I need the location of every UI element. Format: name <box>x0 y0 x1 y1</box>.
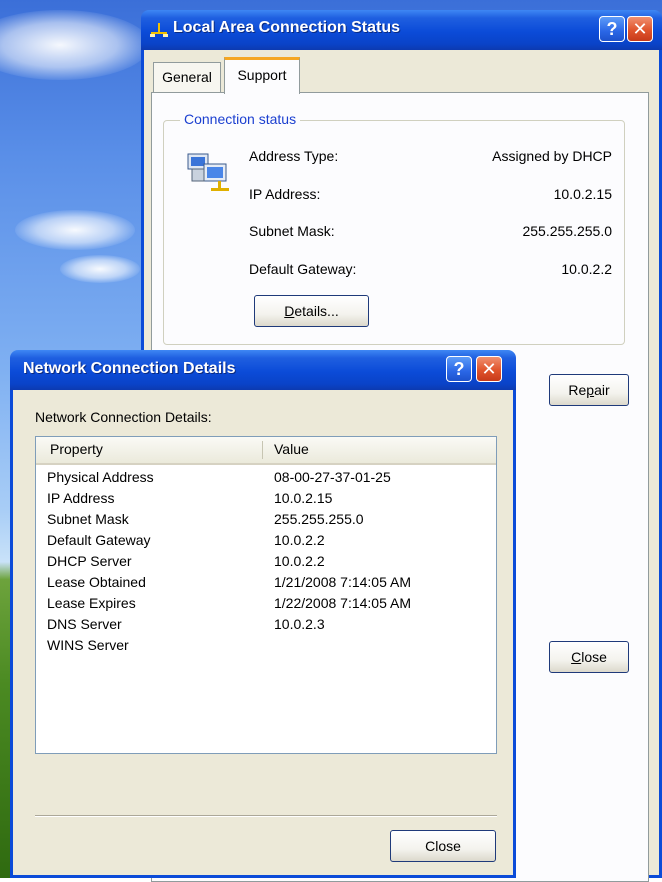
tab-general[interactable]: General <box>153 62 221 92</box>
column-header-value[interactable]: Value <box>274 441 309 457</box>
value-cell: 1/21/2008 7:14:05 AM <box>274 574 411 590</box>
title-bar[interactable]: Network Connection Details ? ✕ <box>10 350 516 390</box>
button-label: lose <box>581 649 607 665</box>
table-row[interactable]: DNS Server 10.0.2.3 <box>36 615 496 636</box>
table-row[interactable]: Lease Obtained 1/21/2008 7:14:05 AM <box>36 573 496 594</box>
table-row[interactable]: WINS Server <box>36 636 496 657</box>
value-cell: 255.255.255.0 <box>274 511 364 527</box>
mnemonic: D <box>284 303 295 319</box>
network-connection-icon <box>150 23 168 37</box>
property-cell: Lease Expires <box>47 595 136 611</box>
value-cell: 10.0.2.15 <box>274 490 333 506</box>
property-cell: Physical Address <box>47 469 154 485</box>
column-header-property[interactable]: Property <box>50 441 103 457</box>
button-label: etails... <box>294 303 339 319</box>
details-list[interactable]: Property Value Physical Address 08-00-27… <box>35 436 497 754</box>
property-cell: Subnet Mask <box>47 511 129 527</box>
property-cell: IP Address <box>47 490 115 506</box>
property-cell: DNS Server <box>47 616 122 632</box>
table-row[interactable]: Subnet Mask 255.255.255.0 <box>36 510 496 531</box>
close-window-button[interactable]: ✕ <box>476 356 502 382</box>
value-cell: 1/22/2008 7:14:05 AM <box>274 595 411 611</box>
divider <box>35 815 497 817</box>
help-button[interactable]: ? <box>446 356 472 382</box>
subnet-mask-label: Subnet Mask: <box>249 223 335 239</box>
help-icon: ? <box>606 19 618 39</box>
cloud <box>15 210 135 250</box>
close-button[interactable]: Close <box>390 830 496 862</box>
value-cell: 10.0.2.2 <box>274 553 325 569</box>
window-title: Local Area Connection Status <box>173 19 400 36</box>
table-row[interactable]: IP Address 10.0.2.15 <box>36 489 496 510</box>
table-row[interactable]: Physical Address 08-00-27-37-01-25 <box>36 468 496 489</box>
ip-address-value: 10.0.2.15 <box>553 186 612 202</box>
tab-label: Support <box>237 67 287 83</box>
value-cell: 08-00-27-37-01-25 <box>274 469 391 485</box>
repair-button[interactable]: Repair <box>549 374 629 406</box>
close-button[interactable]: Close <box>549 641 629 673</box>
help-icon: ? <box>453 359 465 379</box>
address-type-label: Address Type: <box>249 148 339 164</box>
cloud <box>60 255 140 283</box>
window-title: Network Connection Details <box>23 360 236 377</box>
table-row[interactable]: Lease Expires 1/22/2008 7:14:05 AM <box>36 594 496 615</box>
value-cell: 10.0.2.3 <box>274 616 325 632</box>
ip-address-label: IP Address: <box>249 186 321 202</box>
default-gateway-value: 10.0.2.2 <box>561 261 612 277</box>
button-label: air <box>594 382 610 398</box>
address-type-value: Assigned by DHCP <box>492 148 612 164</box>
property-cell: WINS Server <box>47 637 129 653</box>
details-button[interactable]: Details... <box>254 295 369 327</box>
close-icon: ✕ <box>481 359 497 379</box>
table-row[interactable]: Default Gateway 10.0.2.2 <box>36 531 496 552</box>
tab-label: General <box>162 69 212 85</box>
network-computers-icon <box>187 153 229 191</box>
mnemonic: C <box>571 649 582 665</box>
group-title: Connection status <box>180 111 301 127</box>
column-separator[interactable] <box>262 441 263 459</box>
subnet-mask-value: 255.255.255.0 <box>522 223 612 239</box>
close-window-button[interactable]: ✕ <box>627 16 653 42</box>
help-button[interactable]: ? <box>599 16 625 42</box>
title-bar[interactable]: Local Area Connection Status ? ✕ <box>141 10 662 50</box>
property-cell: Default Gateway <box>47 532 151 548</box>
tab-support[interactable]: Support <box>224 57 300 94</box>
table-row[interactable]: DHCP Server 10.0.2.2 <box>36 552 496 573</box>
property-cell: Lease Obtained <box>47 574 146 590</box>
mnemonic: p <box>586 382 595 398</box>
button-label: Re <box>568 382 587 398</box>
list-header: Property Value <box>36 437 496 465</box>
default-gateway-label: Default Gateway: <box>249 261 357 277</box>
details-heading: Network Connection Details: <box>35 409 212 425</box>
value-cell: 10.0.2.2 <box>274 532 325 548</box>
network-connection-details-window: Network Connection Details ? ✕ Network C… <box>10 350 516 878</box>
property-cell: DHCP Server <box>47 553 132 569</box>
cloud <box>0 10 150 80</box>
close-icon: ✕ <box>632 19 648 39</box>
